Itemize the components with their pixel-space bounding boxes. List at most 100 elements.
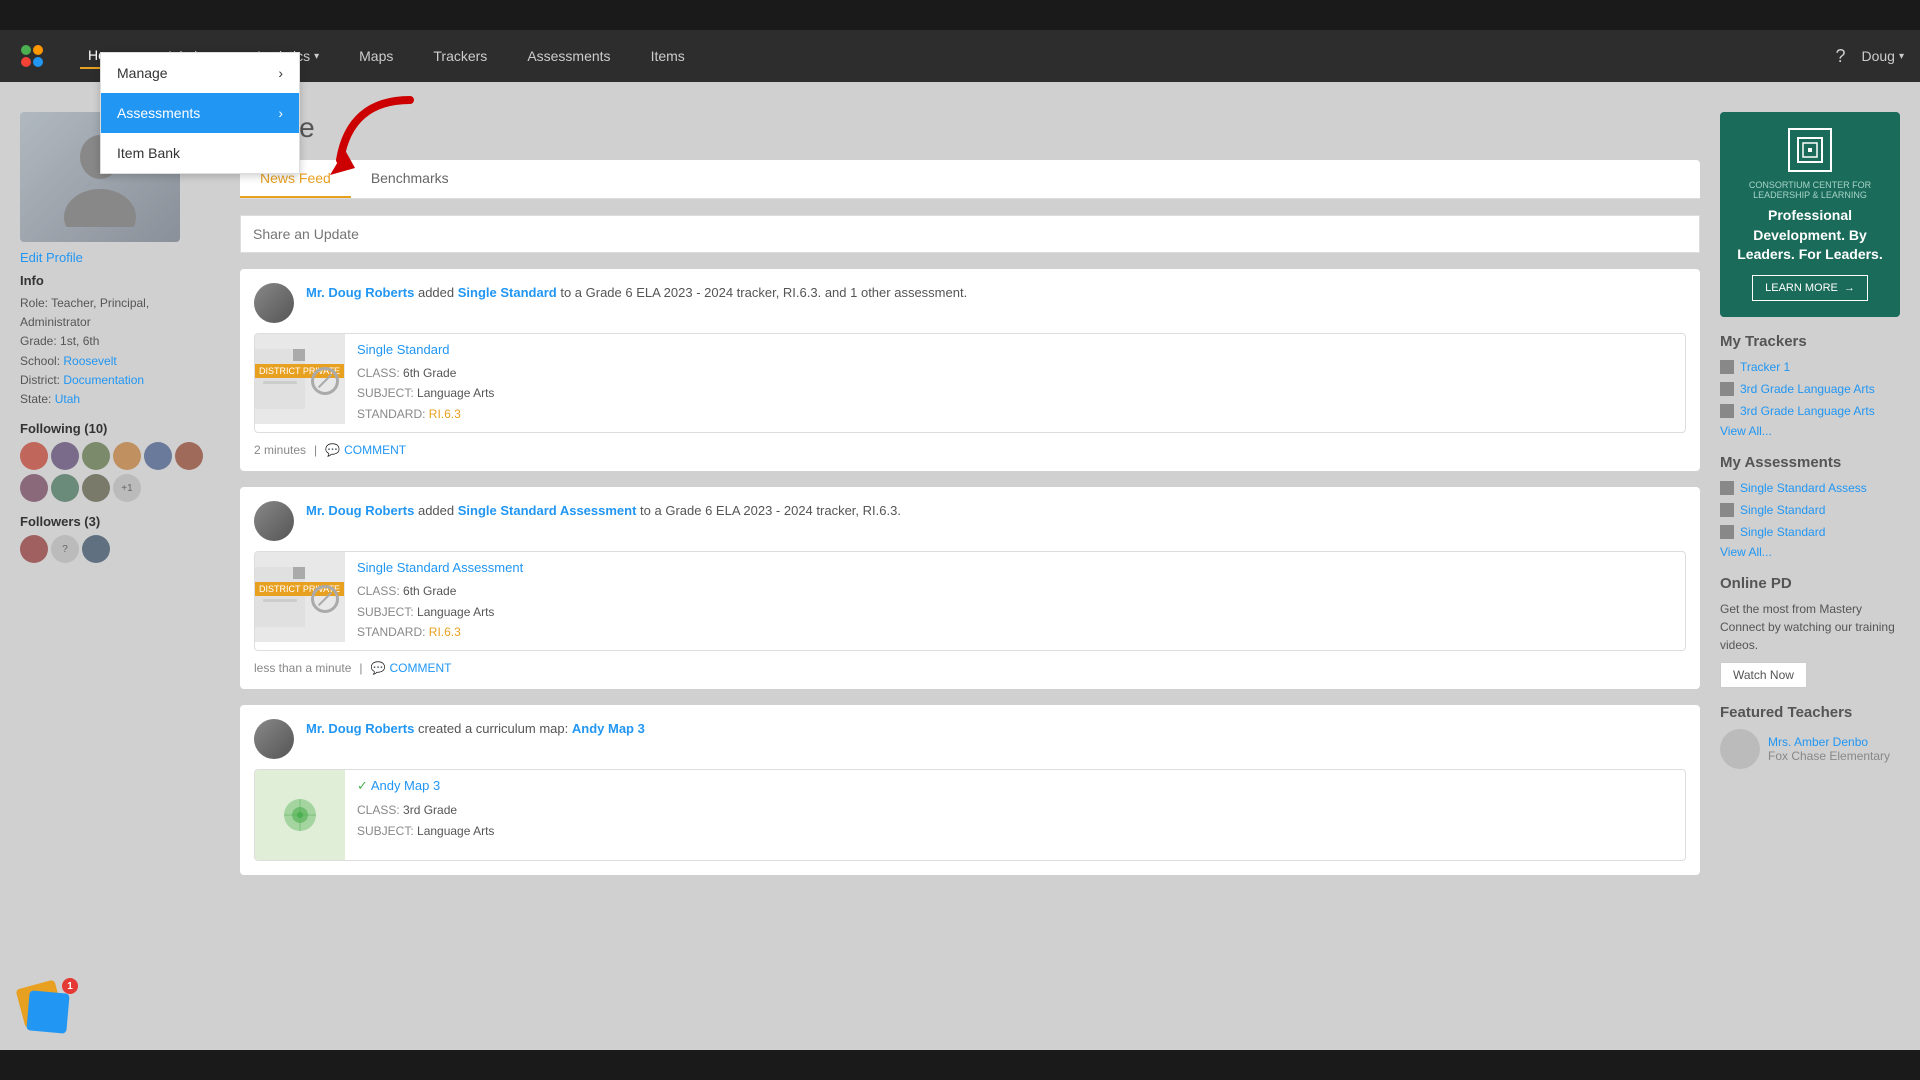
doc-icon-1 [255, 349, 305, 409]
post-2-footer: less than a minute | 💬 COMMENT [254, 661, 1686, 675]
post-3-username[interactable]: Mr. Doug Roberts [306, 721, 414, 736]
assessment-item-3[interactable]: Single Standard [1720, 523, 1900, 541]
user-menu[interactable]: Doug ▾ [1862, 48, 1905, 64]
post-2-comment-btn[interactable]: 💬 COMMENT [371, 661, 452, 675]
profile-info: Info Role: Teacher, Principal, Administr… [20, 273, 220, 409]
watch-now-btn[interactable]: Watch Now [1720, 662, 1807, 688]
ad-logo [1788, 128, 1832, 172]
following-avatar-10[interactable]: +1 [113, 474, 141, 502]
app-logo[interactable] [16, 40, 48, 72]
admin-dropdown: Manage › Assessments › Item Bank [100, 52, 300, 174]
following-avatar-4[interactable] [113, 442, 141, 470]
post-3-card[interactable]: ✓ Andy Map 3 CLASS: 3rd Grade SUBJECT: L… [254, 769, 1686, 861]
featured-teachers-section: Featured Teachers Mrs. Amber Denbo Fox C… [1720, 704, 1900, 769]
post-3-itemname[interactable]: Andy Map 3 [572, 721, 645, 736]
post-1-header: Mr. Doug Roberts added Single Standard t… [254, 283, 1686, 323]
following-avatar-9[interactable] [82, 474, 110, 502]
followers-title[interactable]: Followers (3) [20, 514, 220, 529]
post-1-itemname[interactable]: Single Standard [458, 285, 557, 300]
post-3-header: Mr. Doug Roberts created a curriculum ma… [254, 719, 1686, 759]
post-2-header: Mr. Doug Roberts added Single Standard A… [254, 501, 1686, 541]
post-2-card[interactable]: DISTRICT PRIVATE Single Standard Assessm… [254, 551, 1686, 651]
online-pd-title: Online PD [1720, 575, 1900, 592]
featured-teacher-name[interactable]: Mrs. Amber Denbo [1768, 735, 1890, 749]
comment-icon-2: 💬 [371, 661, 386, 675]
post-1-card[interactable]: DISTRICT PRIVATE Single Standard CLASS: … [254, 333, 1686, 433]
following-avatar-2[interactable] [51, 442, 79, 470]
tracker-item-1[interactable]: Tracker 1 [1720, 358, 1900, 376]
following-avatar-1[interactable] [20, 442, 48, 470]
nav-items[interactable]: Items [643, 44, 693, 68]
floating-widget[interactable]: 1 [20, 984, 76, 1040]
school-link[interactable]: Roosevelt [63, 354, 116, 368]
post-3-card-title[interactable]: ✓ Andy Map 3 [357, 778, 494, 794]
nav-assessments[interactable]: Assessments [519, 44, 618, 68]
district-link[interactable]: Documentation [63, 373, 144, 387]
user-chevron-icon: ▾ [1899, 51, 1904, 62]
post-3-text: Mr. Doug Roberts created a curriculum ma… [306, 719, 645, 759]
following-avatar-7[interactable] [20, 474, 48, 502]
my-assessments-section: My Assessments Single Standard Assess Si… [1720, 454, 1900, 559]
state-link[interactable]: Utah [55, 392, 80, 406]
following-avatars-row2: +1 [20, 474, 220, 502]
comment-icon-1: 💬 [325, 443, 340, 457]
nav-trackers[interactable]: Trackers [425, 44, 495, 68]
assessment-item-1[interactable]: Single Standard Assess [1720, 479, 1900, 497]
ad-learn-more-btn[interactable]: LEARN MORE → [1752, 275, 1868, 301]
nav-right: ? Doug ▾ [1835, 46, 1904, 67]
post-1-card-info: Single Standard CLASS: 6th Grade SUBJECT… [345, 334, 506, 432]
info-label: Info [20, 273, 220, 288]
assessments-arrow-icon: › [278, 105, 283, 121]
follower-avatar-1[interactable] [20, 535, 48, 563]
post-3-avatar [254, 719, 294, 759]
tracker-item-2[interactable]: 3rd Grade Language Arts [1720, 380, 1900, 398]
profile-grade: Grade: 1st, 6th [20, 332, 220, 351]
page-title: Home [240, 112, 1700, 144]
post-1-card-title[interactable]: Single Standard [357, 342, 494, 357]
share-input[interactable] [240, 215, 1700, 253]
tab-benchmarks[interactable]: Benchmarks [351, 160, 469, 198]
post-1-avatar [254, 283, 294, 323]
following-title[interactable]: Following (10) [20, 421, 220, 436]
ad-banner: CONSORTIUM CENTER FOR LEADERSHIP & LEARN… [1720, 112, 1900, 317]
share-update-box [240, 215, 1700, 253]
post-3-card-details: CLASS: 3rd Grade SUBJECT: Language Arts [357, 800, 494, 841]
post-3-card-img [255, 770, 345, 860]
featured-teacher-avatar [1720, 729, 1760, 769]
assessments-view-all[interactable]: View All... [1720, 545, 1900, 559]
following-avatar-5[interactable] [144, 442, 172, 470]
post-2-username[interactable]: Mr. Doug Roberts [306, 503, 414, 518]
following-avatar-6[interactable] [175, 442, 203, 470]
post-2-card-details: CLASS: 6th Grade SUBJECT: Language Arts … [357, 581, 523, 642]
nav-maps[interactable]: Maps [351, 44, 401, 68]
following-avatar-8[interactable] [51, 474, 79, 502]
ad-subtitle: CONSORTIUM CENTER FOR LEADERSHIP & LEARN… [1736, 180, 1884, 200]
dropdown-assessments[interactable]: Assessments › [101, 93, 299, 133]
dropdown-itembank[interactable]: Item Bank [101, 133, 299, 173]
follower-avatar-3[interactable] [82, 535, 110, 563]
followers-section: Followers (3) ? [20, 514, 220, 563]
follower-avatar-2[interactable]: ? [51, 535, 79, 563]
post-2-card-title[interactable]: Single Standard Assessment [357, 560, 523, 575]
following-avatar-3[interactable] [82, 442, 110, 470]
center-panel: Home News Feed Benchmarks Mr. Doug Rober… [240, 112, 1700, 891]
tracker-icon-3 [1720, 404, 1734, 418]
analytics-chevron-icon: ▾ [314, 51, 319, 62]
post-2-itemname[interactable]: Single Standard Assessment [458, 503, 637, 518]
dropdown-manage[interactable]: Manage › [101, 53, 299, 93]
tracker-item-3[interactable]: 3rd Grade Language Arts [1720, 402, 1900, 420]
trackers-view-all[interactable]: View All... [1720, 424, 1900, 438]
featured-teacher-info: Mrs. Amber Denbo Fox Chase Elementary [1768, 735, 1890, 763]
post-1-username[interactable]: Mr. Doug Roberts [306, 285, 414, 300]
post-1-comment-btn[interactable]: 💬 COMMENT [325, 443, 406, 457]
post-1-card-img: DISTRICT PRIVATE [255, 334, 345, 424]
edit-profile-link[interactable]: Edit Profile [20, 250, 220, 265]
assessment-item-2[interactable]: Single Standard [1720, 501, 1900, 519]
tracker-icon-1 [1720, 360, 1734, 374]
widget-badge: 1 [62, 978, 78, 994]
no-entry-icon-1 [311, 367, 339, 395]
post-1-text: Mr. Doug Roberts added Single Standard t… [306, 283, 967, 323]
online-pd-text: Get the most from Mastery Connect by wat… [1720, 600, 1900, 654]
post-1-card-details: CLASS: 6th Grade SUBJECT: Language Arts … [357, 363, 494, 424]
help-icon[interactable]: ? [1835, 46, 1845, 67]
